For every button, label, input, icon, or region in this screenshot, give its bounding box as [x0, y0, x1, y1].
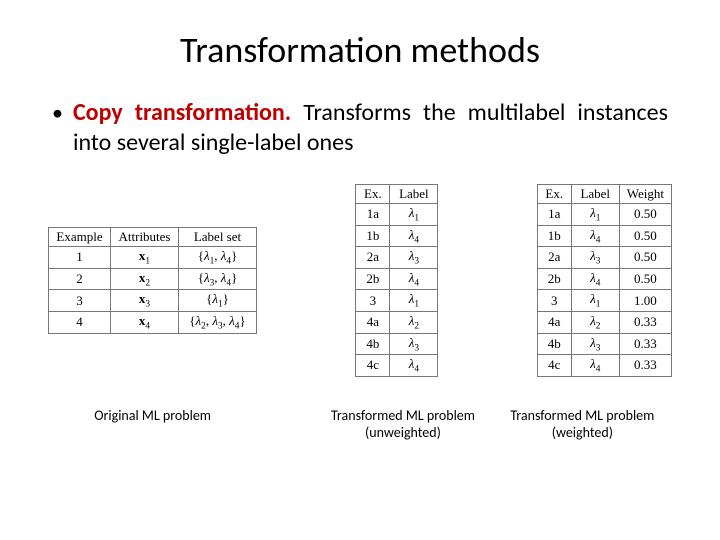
caption-original: Original ML problem — [48, 407, 257, 441]
table-weighted: Ex. Label Weight 1aλ10.501bλ40.502aλ30.5… — [537, 184, 672, 377]
cell-example: 1b — [537, 225, 571, 247]
cell-weight: 0.33 — [619, 311, 671, 333]
table-row: Ex. Label Weight — [537, 185, 671, 204]
table-row: 1x1{λ1, λ4} — [49, 247, 257, 269]
bullet-highlight: Copy transformation. — [73, 98, 291, 127]
table-row: 3λ11.00 — [537, 290, 671, 312]
col-header: Example — [49, 228, 111, 247]
cell-label: λ1 — [571, 204, 619, 226]
cell-weight: 0.50 — [619, 204, 671, 226]
cell-label: λ4 — [390, 355, 438, 377]
cell-label: λ1 — [390, 204, 438, 226]
cell-attributes: x2 — [111, 268, 179, 290]
captions-row: Original ML problem Transformed ML probl… — [48, 407, 672, 441]
cell-label: λ4 — [390, 225, 438, 247]
cell-weight: 0.33 — [619, 355, 671, 377]
cell-attributes: x3 — [111, 290, 179, 312]
cell-label: λ1 — [390, 290, 438, 312]
bullet-text: Copy transformation. Transforms the mult… — [73, 98, 668, 158]
col-header: Label set — [179, 228, 257, 247]
cell-example: 4c — [356, 355, 390, 377]
cell-example: 2a — [537, 247, 571, 269]
cell-example: 4c — [537, 355, 571, 377]
table-row: 3x3{λ1} — [49, 290, 257, 312]
table-row: 4x4{λ2, λ3, λ4} — [49, 311, 257, 333]
cell-example: 1a — [537, 204, 571, 226]
cell-example: 2 — [49, 268, 111, 290]
table-row: 1aλ1 — [356, 204, 438, 226]
cell-weight: 1.00 — [619, 290, 671, 312]
tables-row: Example Attributes Label set 1x1{λ1, λ4}… — [48, 184, 672, 377]
cell-label: λ3 — [390, 247, 438, 269]
cell-weight: 0.50 — [619, 225, 671, 247]
table-row: 1bλ4 — [356, 225, 438, 247]
cell-example: 4b — [356, 333, 390, 355]
cell-example: 1 — [49, 247, 111, 269]
cell-example: 4a — [356, 311, 390, 333]
cell-example: 2a — [356, 247, 390, 269]
table-row: 4cλ4 — [356, 355, 438, 377]
table-row: 2aλ30.50 — [537, 247, 671, 269]
col-header: Label — [571, 185, 619, 204]
caption-unweighted: Transformed ML problem (unweighted) — [313, 407, 492, 441]
table-row: Ex. Label — [356, 185, 438, 204]
table-original: Example Attributes Label set 1x1{λ1, λ4}… — [48, 227, 257, 333]
cell-example: 1b — [356, 225, 390, 247]
table-row: 4cλ40.33 — [537, 355, 671, 377]
cell-weight: 0.33 — [619, 333, 671, 355]
cell-weight: 0.50 — [619, 247, 671, 269]
table-row: 2bλ4 — [356, 268, 438, 290]
cell-label: λ1 — [571, 290, 619, 312]
cell-example: 4 — [49, 311, 111, 333]
cell-labelset: {λ1, λ4} — [179, 247, 257, 269]
table-row: 4aλ2 — [356, 311, 438, 333]
cell-label: λ3 — [571, 333, 619, 355]
table-row: 3λ1 — [356, 290, 438, 312]
cell-label: λ3 — [571, 247, 619, 269]
table-row: 2aλ3 — [356, 247, 438, 269]
cell-example: 3 — [356, 290, 390, 312]
cell-label: λ4 — [571, 355, 619, 377]
cell-label: λ2 — [390, 311, 438, 333]
table-row: 1aλ10.50 — [537, 204, 671, 226]
table-row: 4bλ30.33 — [537, 333, 671, 355]
table-row: 2bλ40.50 — [537, 268, 671, 290]
col-header: Ex. — [537, 185, 571, 204]
cell-example: 4a — [537, 311, 571, 333]
cell-label: λ4 — [571, 268, 619, 290]
table-row: 1bλ40.50 — [537, 225, 671, 247]
cell-example: 2b — [537, 268, 571, 290]
cell-labelset: {λ1} — [179, 290, 257, 312]
cell-example: 1a — [356, 204, 390, 226]
cell-label: λ3 — [390, 333, 438, 355]
bullet-marker: • — [52, 98, 63, 158]
cell-attributes: x1 — [111, 247, 179, 269]
cell-label: λ4 — [390, 268, 438, 290]
col-header: Ex. — [356, 185, 390, 204]
cell-label: λ4 — [571, 225, 619, 247]
cell-example: 3 — [49, 290, 111, 312]
cell-label: λ2 — [571, 311, 619, 333]
cell-labelset: {λ2, λ3, λ4} — [179, 311, 257, 333]
table-row: 4aλ20.33 — [537, 311, 671, 333]
cell-attributes: x4 — [111, 311, 179, 333]
cell-example: 3 — [537, 290, 571, 312]
cell-labelset: {λ3, λ4} — [179, 268, 257, 290]
col-header: Label — [390, 185, 438, 204]
col-header: Weight — [619, 185, 671, 204]
bullet-item: • Copy transformation. Transforms the mu… — [52, 98, 668, 158]
col-header: Attributes — [111, 228, 179, 247]
table-row: 2x2{λ3, λ4} — [49, 268, 257, 290]
cell-weight: 0.50 — [619, 268, 671, 290]
slide-title: Transformation methods — [48, 28, 672, 72]
table-row: Example Attributes Label set — [49, 228, 257, 247]
cell-example: 4b — [537, 333, 571, 355]
table-row: 4bλ3 — [356, 333, 438, 355]
cell-example: 2b — [356, 268, 390, 290]
table-unweighted: Ex. Label 1aλ11bλ42aλ32bλ43λ14aλ24bλ34cλ… — [355, 184, 438, 377]
caption-weighted: Transformed ML problem (weighted) — [493, 407, 672, 441]
